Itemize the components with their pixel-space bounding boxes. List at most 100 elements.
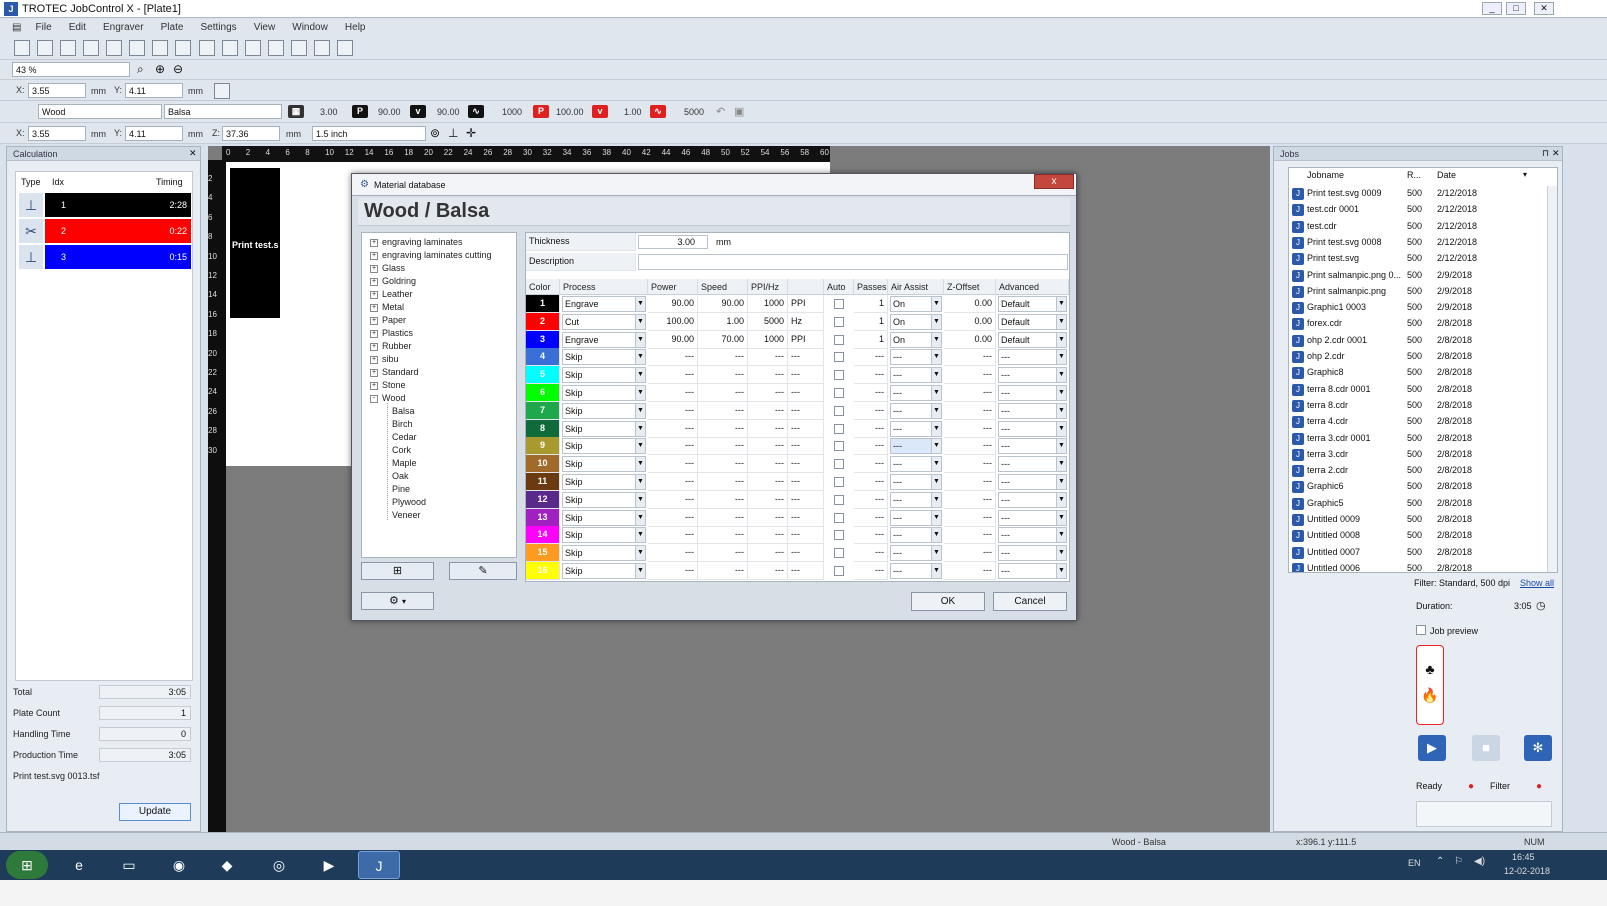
power-cell[interactable]: --- [648, 490, 698, 509]
distribute-icon[interactable] [175, 40, 192, 56]
job-row[interactable]: Johp 2.cdr 500 2/8/2018 [1289, 349, 1545, 365]
ppi-cell[interactable]: --- [748, 473, 788, 491]
air-assist-select[interactable]: --- ▼ [890, 385, 942, 401]
chevron-down-icon[interactable]: ▾ [1523, 170, 1527, 179]
ppi-cell[interactable]: 1000 [748, 295, 788, 313]
chevron-down-icon[interactable]: ▼ [1056, 332, 1066, 347]
material-select[interactable]: Wood [38, 104, 162, 119]
advanced-select[interactable]: --- ▼ [998, 563, 1067, 579]
calc-row[interactable]: 1 2:28 [45, 193, 191, 217]
chevron-down-icon[interactable]: ▼ [1056, 439, 1066, 454]
calc-row[interactable]: 2 0:22 [45, 219, 191, 243]
job-row[interactable]: J Print salmanpic.png 0... 500 2/9/2018 [1289, 268, 1545, 284]
speaker-icon[interactable]: ◀) [1474, 856, 1485, 867]
job-row[interactable]: J Untitled 0008 500 2/8/2018 [1289, 528, 1545, 544]
process-select[interactable]: Skip ▼ [562, 420, 646, 437]
chevron-down-icon[interactable]: ▼ [635, 439, 645, 454]
job-row[interactable]: Jtest.cdr 500 2/12/2018 [1289, 219, 1545, 235]
chevron-down-icon[interactable]: ▼ [635, 350, 645, 365]
passes-cell[interactable]: 1 [854, 312, 888, 331]
menu-app-icon[interactable]: ▤ [0, 19, 25, 36]
chevron-down-icon[interactable]: ▼ [1056, 297, 1066, 311]
show-all-link[interactable]: Show all [1520, 578, 1554, 588]
collapse-icon[interactable]: - [370, 394, 378, 403]
z-offset-cell[interactable]: --- [944, 366, 996, 385]
passes-cell[interactable]: --- [854, 562, 888, 580]
job-row[interactable]: J Graphic1 0003 500 2/9/2018 [1289, 300, 1545, 316]
power-cell[interactable]: --- [648, 455, 698, 474]
speed-cell[interactable]: --- [698, 544, 748, 563]
calc-row[interactable]: 3 0:15 [45, 245, 191, 269]
chevron-down-icon[interactable]: ▼ [635, 297, 645, 311]
close-window-button[interactable]: ✕ [1534, 2, 1554, 15]
z-offset-cell[interactable]: --- [944, 544, 996, 563]
chevron-down-icon[interactable]: ▼ [931, 528, 941, 543]
expand-icon[interactable]: + [370, 342, 378, 351]
speed-cell[interactable]: --- [698, 508, 748, 527]
auto-checkbox[interactable] [834, 316, 844, 327]
submaterial-select[interactable]: Balsa [164, 104, 282, 119]
anchor-icon[interactable] [214, 83, 230, 99]
chevron-down-icon[interactable]: ▼ [931, 350, 941, 365]
auto-checkbox[interactable] [834, 459, 844, 470]
play-button[interactable]: ▶ [1418, 735, 1446, 761]
chevron-down-icon[interactable]: ▼ [635, 475, 645, 489]
tree-item[interactable]: + Standard [370, 367, 419, 377]
z-offset-cell[interactable]: --- [944, 526, 996, 545]
export-icon[interactable] [198, 40, 215, 56]
chevron-down-icon[interactable]: ▼ [931, 546, 941, 561]
y-position-field[interactable]: 4.11 [125, 83, 183, 98]
edit-material-button[interactable]: ✎ [449, 562, 517, 580]
ppi-cell[interactable]: --- [748, 562, 788, 580]
chevron-down-icon[interactable]: ▼ [635, 314, 645, 329]
advanced-select[interactable]: --- ▼ [998, 402, 1067, 419]
chevron-down-icon[interactable]: ▼ [1056, 386, 1066, 400]
expand-icon[interactable]: + [370, 303, 378, 312]
close-panel-icon[interactable]: ✕ [1552, 148, 1560, 159]
chevron-down-icon[interactable]: ▼ [1056, 510, 1066, 525]
description-input[interactable] [638, 254, 1068, 270]
air-assist-select[interactable]: --- ▼ [890, 402, 942, 419]
arrange-icon[interactable] [129, 40, 146, 56]
job-row[interactable]: J Print test.svg 500 2/12/2018 [1289, 251, 1545, 267]
process-select[interactable]: Skip ▼ [562, 545, 646, 562]
process-select[interactable]: Skip ▼ [562, 509, 646, 526]
unit-cell[interactable]: --- [788, 490, 824, 509]
process-select[interactable]: Skip ▼ [562, 349, 646, 366]
chevron-down-icon[interactable]: ▼ [635, 546, 645, 561]
unit-cell[interactable]: PPI [788, 295, 824, 313]
ppi-cell[interactable]: 5000 [748, 312, 788, 331]
unit-cell[interactable]: --- [788, 401, 824, 420]
auto-checkbox[interactable] [834, 423, 844, 434]
x-position-field[interactable]: 3.55 [28, 83, 86, 98]
power-cell[interactable]: --- [648, 562, 698, 580]
air-assist-select[interactable]: --- ▼ [890, 563, 942, 579]
unit-cell[interactable]: Hz [788, 312, 824, 331]
power-cell[interactable]: --- [648, 544, 698, 563]
add-material-button[interactable]: ⊞ [361, 562, 434, 580]
speed-cell[interactable]: --- [698, 384, 748, 402]
plate-icon[interactable] [244, 40, 261, 56]
jobcontrol-task-icon[interactable]: J [358, 851, 400, 879]
ppi-cell[interactable]: --- [748, 384, 788, 402]
chevron-down-icon[interactable]: ▼ [635, 564, 645, 578]
z-offset-cell[interactable]: --- [944, 508, 996, 527]
speed-cell[interactable]: --- [698, 562, 748, 580]
auto-checkbox[interactable] [834, 370, 844, 381]
tree-item-child[interactable]: Oak [392, 471, 409, 481]
job-row[interactable]: J Untitled 0006 500 2/8/2018 [1289, 561, 1545, 572]
passes-cell[interactable]: --- [854, 348, 888, 367]
expand-icon[interactable]: + [370, 264, 378, 273]
z-offset-cell[interactable]: --- [944, 455, 996, 474]
minimize-button[interactable]: _ [1482, 2, 1502, 15]
ppi-cell[interactable]: 1000 [748, 330, 788, 349]
speed-cell[interactable]: --- [698, 526, 748, 545]
menu-edit[interactable]: Edit [62, 19, 93, 36]
tree-item-child[interactable]: Maple [392, 458, 417, 468]
zoom-in-icon[interactable]: ⊕ [155, 62, 165, 76]
advanced-select[interactable]: --- ▼ [998, 438, 1067, 455]
z-offset-cell[interactable]: --- [944, 437, 996, 456]
ppi-cell[interactable]: --- [748, 544, 788, 563]
power-cell[interactable]: 90.00 [648, 295, 698, 313]
process-select[interactable]: Skip ▼ [562, 527, 646, 544]
